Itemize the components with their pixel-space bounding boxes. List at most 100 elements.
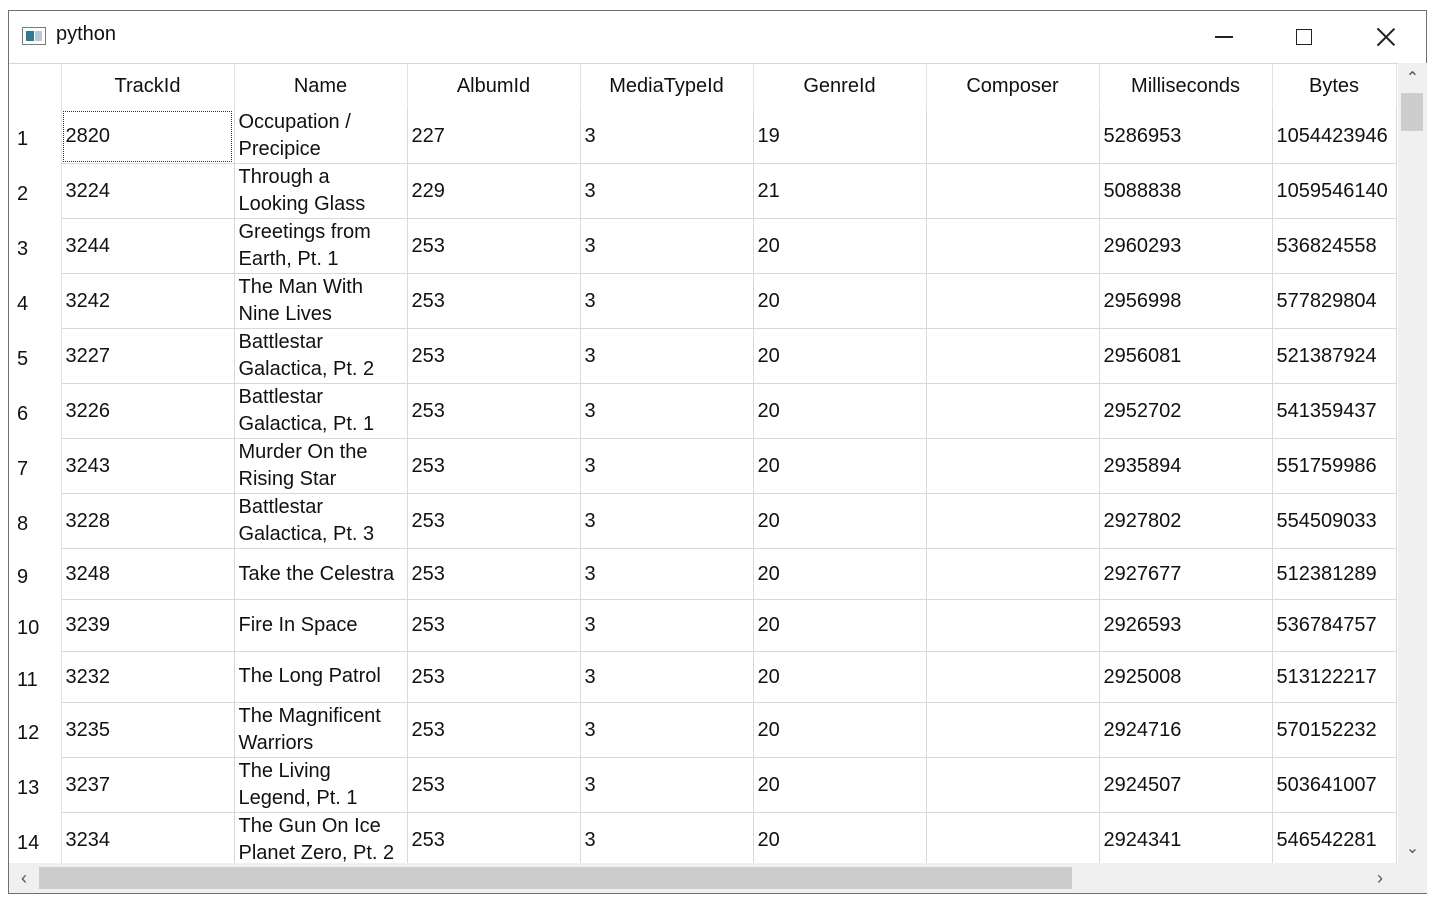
cell-bytes[interactable]: 570152232 [1272, 702, 1397, 758]
cell-bytes[interactable]: 546542281 [1272, 812, 1397, 864]
row-header[interactable]: 11 [9, 651, 62, 703]
cell-composer[interactable] [926, 599, 1100, 652]
column-header-composer[interactable]: Composer [926, 64, 1100, 109]
row-header[interactable]: 10 [9, 599, 62, 652]
column-header-name[interactable]: Name [234, 64, 408, 109]
cell-trackid[interactable]: 3235 [61, 702, 235, 758]
cell-genreid[interactable]: 20 [753, 702, 927, 758]
cell-genreid[interactable]: 20 [753, 273, 927, 329]
cell-bytes[interactable]: 521387924 [1272, 328, 1397, 384]
cell-composer[interactable] [926, 109, 1100, 164]
chevron-left-icon[interactable]: ‹ [11, 863, 37, 893]
row-header[interactable]: 2 [9, 163, 62, 219]
cell-trackid[interactable]: 3239 [61, 599, 235, 652]
cell-composer[interactable] [926, 328, 1100, 384]
cell-genreid[interactable]: 21 [753, 163, 927, 219]
cell-trackid[interactable]: 3232 [61, 651, 235, 703]
cell-name[interactable]: The Gun On Ice Planet Zero, Pt. 2 [234, 812, 408, 864]
cell-trackid[interactable]: 3227 [61, 328, 235, 384]
cell-name[interactable]: Through a Looking Glass [234, 163, 408, 219]
cell-composer[interactable] [926, 548, 1100, 601]
row-header[interactable]: 4 [9, 273, 62, 329]
row-header[interactable]: 14 [9, 812, 62, 864]
cell-milliseconds[interactable]: 2952702 [1099, 383, 1273, 439]
cell-composer[interactable] [926, 493, 1100, 549]
cell-bytes[interactable]: 536824558 [1272, 218, 1397, 274]
minimize-button[interactable] [1184, 11, 1264, 63]
cell-bytes[interactable]: 503641007 [1272, 757, 1397, 813]
cell-name[interactable]: Fire In Space [234, 599, 408, 652]
cell-name[interactable]: The Long Patrol [234, 651, 408, 703]
cell-composer[interactable] [926, 383, 1100, 439]
vertical-scrollbar[interactable]: ⌃ ⌄ [1398, 63, 1427, 863]
cell-composer[interactable] [926, 438, 1100, 494]
cell-bytes[interactable]: 536784757 [1272, 599, 1397, 652]
cell-mediatypeid[interactable]: 3 [580, 599, 754, 652]
cell-trackid[interactable]: 3242 [61, 273, 235, 329]
cell-mediatypeid[interactable]: 3 [580, 273, 754, 329]
cell-genreid[interactable]: 20 [753, 599, 927, 652]
cell-genreid[interactable]: 20 [753, 548, 927, 601]
cell-trackid[interactable]: 3226 [61, 383, 235, 439]
cell-trackid[interactable]: 3228 [61, 493, 235, 549]
cell-milliseconds[interactable]: 2927677 [1099, 548, 1273, 601]
cell-milliseconds[interactable]: 2956998 [1099, 273, 1273, 329]
cell-milliseconds[interactable]: 2927802 [1099, 493, 1273, 549]
row-header[interactable]: 5 [9, 328, 62, 384]
cell-milliseconds[interactable]: 2960293 [1099, 218, 1273, 274]
horizontal-scroll-thumb[interactable] [39, 867, 1072, 889]
cell-mediatypeid[interactable]: 3 [580, 109, 754, 164]
cell-trackid[interactable]: 3234 [61, 812, 235, 864]
cell-bytes[interactable]: 554509033 [1272, 493, 1397, 549]
cell-milliseconds[interactable]: 2924507 [1099, 757, 1273, 813]
cell-genreid[interactable]: 20 [753, 812, 927, 864]
cell-mediatypeid[interactable]: 3 [580, 328, 754, 384]
cell-trackid[interactable]: 3237 [61, 757, 235, 813]
cell-mediatypeid[interactable]: 3 [580, 702, 754, 758]
close-button[interactable] [1346, 11, 1426, 63]
cell-milliseconds[interactable]: 2924716 [1099, 702, 1273, 758]
column-header-milliseconds[interactable]: Milliseconds [1099, 64, 1273, 109]
cell-composer[interactable] [926, 651, 1100, 703]
cell-mediatypeid[interactable]: 3 [580, 757, 754, 813]
maximize-button[interactable] [1264, 11, 1344, 63]
row-header[interactable]: 9 [9, 548, 62, 600]
row-header[interactable]: 6 [9, 383, 62, 439]
cell-bytes[interactable]: 1059546140 [1272, 163, 1397, 219]
cell-bytes[interactable]: 512381289 [1272, 548, 1397, 601]
row-header[interactable]: 7 [9, 438, 62, 494]
cell-composer[interactable] [926, 218, 1100, 274]
cell-milliseconds[interactable]: 5088838 [1099, 163, 1273, 219]
cell-milliseconds[interactable]: 2925008 [1099, 651, 1273, 703]
cell-name[interactable]: Occupation / Precipice [234, 109, 408, 164]
row-header[interactable]: 12 [9, 702, 62, 758]
cell-mediatypeid[interactable]: 3 [580, 218, 754, 274]
cell-name[interactable]: The Living Legend, Pt. 1 [234, 757, 408, 813]
cell-bytes[interactable]: 513122217 [1272, 651, 1397, 703]
cell-trackid[interactable]: 3244 [61, 218, 235, 274]
cell-genreid[interactable]: 20 [753, 218, 927, 274]
cell-name[interactable]: Battlestar Galactica, Pt. 1 [234, 383, 408, 439]
cell-albumid[interactable]: 253 [407, 328, 581, 384]
cell-name[interactable]: The Magnificent Warriors [234, 702, 408, 758]
cell-albumid[interactable]: 253 [407, 757, 581, 813]
cell-genreid[interactable]: 20 [753, 493, 927, 549]
cell-genreid[interactable]: 20 [753, 383, 927, 439]
cell-trackid[interactable]: 3243 [61, 438, 235, 494]
cell-albumid[interactable]: 253 [407, 651, 581, 703]
cell-name[interactable]: Battlestar Galactica, Pt. 2 [234, 328, 408, 384]
chevron-right-icon[interactable]: › [1367, 863, 1393, 893]
cell-albumid[interactable]: 253 [407, 438, 581, 494]
cell-milliseconds[interactable]: 2924341 [1099, 812, 1273, 864]
cell-name[interactable]: Greetings from Earth, Pt. 1 [234, 218, 408, 274]
cell-composer[interactable] [926, 757, 1100, 813]
cell-albumid[interactable]: 227 [407, 109, 581, 164]
cell-bytes[interactable]: 551759986 [1272, 438, 1397, 494]
corner-button[interactable] [9, 64, 62, 109]
row-header[interactable]: 3 [9, 218, 62, 274]
cell-name[interactable]: The Man With Nine Lives [234, 273, 408, 329]
cell-bytes[interactable]: 1054423946 [1272, 109, 1397, 164]
cell-composer[interactable] [926, 812, 1100, 864]
cell-genreid[interactable]: 19 [753, 109, 927, 164]
cell-milliseconds[interactable]: 2935894 [1099, 438, 1273, 494]
